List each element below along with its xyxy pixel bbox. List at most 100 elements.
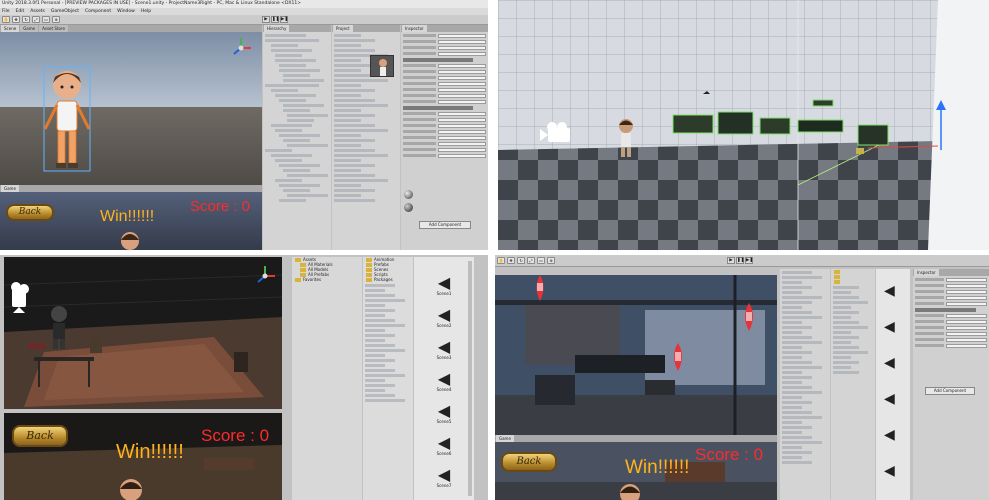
game-tabstrip: Game — [495, 435, 777, 442]
red-drop-icon[interactable] — [670, 343, 686, 371]
scene-asset[interactable]: ◀ Scene6 — [430, 433, 458, 457]
rotate-tool-button[interactable]: ↻ — [22, 16, 30, 23]
unity-logo-icon: ◀ — [437, 433, 451, 452]
win-text: Win!!!!!! — [116, 441, 184, 463]
unity-logo-icon: ◀ — [437, 465, 451, 484]
playback-controls: ▶ ❚❚ ▶❚ — [727, 257, 753, 264]
tab-scene[interactable]: Scene — [1, 25, 20, 32]
character-dark[interactable] — [48, 305, 70, 350]
game-view-classroom[interactable]: Game Back Win!!!!!! Score : 0 — [495, 435, 777, 500]
character-small[interactable] — [616, 118, 636, 158]
tab-game-view[interactable]: Game — [496, 435, 514, 442]
scene-gizmo-icon[interactable] — [230, 37, 252, 59]
unity-logo-icon[interactable]: ◀ — [884, 355, 895, 371]
tab-asset-store[interactable]: Asset Store — [39, 25, 68, 32]
character-thumbnail-icon — [379, 59, 387, 76]
folder-item[interactable]: Packages — [363, 277, 413, 282]
red-drop-icon[interactable] — [533, 275, 547, 301]
scene-asset[interactable]: ◀ Scene4 — [430, 371, 458, 393]
unity-logo-icon[interactable]: ◀ — [884, 319, 895, 335]
project-panel[interactable] — [831, 269, 875, 500]
transform-tool-button[interactable]: ⊕ — [547, 257, 555, 264]
camera-icon[interactable] — [540, 120, 578, 146]
step-button[interactable]: ▶❚ — [745, 257, 753, 264]
scale-tool-button[interactable]: ⤢ — [32, 16, 40, 23]
play-button[interactable]: ▶ — [727, 257, 735, 264]
menu-assets[interactable]: Assets — [30, 8, 45, 15]
add-component-button[interactable]: Add Component — [925, 387, 975, 395]
folder-item[interactable]: Favorites — [292, 277, 362, 282]
character-model[interactable] — [42, 65, 92, 175]
scrollbar[interactable] — [468, 261, 472, 496]
asset-folder-list[interactable]: Animation Prefabs Scenes Scripts Package… — [363, 257, 413, 500]
scene-asset-grid[interactable]: ◀ Scene1 ◀ Scene2 ◀ Scene3 ◀ Scene4 ◀ Scene5 … — [414, 257, 474, 500]
back-button[interactable]: Back — [501, 452, 557, 472]
add-component-button[interactable]: Add Component — [419, 221, 471, 229]
menu-component[interactable]: Component — [85, 8, 111, 15]
tab-inspector[interactable]: Inspector — [914, 269, 939, 276]
scene-asset[interactable]: ◀ Scene1 — [430, 275, 458, 297]
tab-project[interactable]: Project — [333, 25, 353, 32]
move-tool-button[interactable]: ✥ — [12, 16, 20, 23]
unity-logo-icon[interactable]: ◀ — [884, 283, 895, 299]
scene-view-classroom[interactable] — [495, 275, 777, 435]
scene-view-dark-room[interactable] — [4, 257, 282, 409]
rotate-tool-button[interactable]: ↻ — [517, 257, 525, 264]
inspector-panel[interactable]: Inspector Add Component — [401, 25, 488, 250]
pause-button[interactable]: ❚❚ — [271, 16, 280, 23]
move-tool-button[interactable]: ✥ — [507, 257, 515, 264]
pause-button[interactable]: ❚❚ — [736, 257, 745, 264]
rect-tool-button[interactable]: ▭ — [537, 257, 545, 264]
hierarchy-panel[interactable]: Hierarchy — [263, 25, 331, 250]
playback-controls: ▶ ❚❚ ▶❚ — [262, 16, 288, 23]
tab-game[interactable]: Game — [20, 25, 39, 32]
unity-logo-icon[interactable]: ◀ — [884, 463, 895, 479]
inspector-panel[interactable]: Inspector Add Component — [913, 269, 989, 500]
game-view-dark[interactable]: Back Win!!!!!! Score : 0 — [4, 413, 282, 500]
scene-asset[interactable]: ◀ Scene7 — [430, 465, 458, 489]
scene-gizmo-icon[interactable] — [254, 265, 276, 287]
rect-tool-button[interactable]: ▭ — [42, 16, 50, 23]
scene-asset[interactable]: ◀ Scene2 — [430, 307, 458, 329]
bottom-left-unity-editor: Back Win!!!!!! Score : 0 Assets All Mate… — [0, 255, 488, 500]
hierarchy-panel[interactable] — [780, 269, 830, 500]
dark-room-scene — [4, 257, 282, 409]
back-button[interactable]: Back — [6, 204, 54, 221]
project-panel[interactable]: Project — [332, 25, 400, 250]
unity-logo-icon[interactable]: ◀ — [884, 391, 895, 407]
scene-asset[interactable]: ◀ Scene5 — [430, 401, 458, 425]
scene-asset[interactable]: ◀ Scene3 — [430, 337, 458, 361]
scene-view[interactable]: Scene Game Asset Store — [0, 25, 262, 185]
folder-item[interactable] — [831, 279, 875, 284]
scene-asset-grid[interactable]: ◀ ◀ ◀ ◀ ◀ ◀ — [876, 269, 910, 500]
step-button[interactable]: ▶❚ — [280, 16, 288, 23]
back-button[interactable]: Back — [12, 425, 68, 447]
hand-tool-button[interactable]: ✋ — [2, 16, 10, 23]
play-button[interactable]: ▶ — [262, 16, 270, 23]
unity-logo-icon: ◀ — [437, 337, 451, 356]
menu-file[interactable]: File — [2, 8, 10, 15]
scale-tool-button[interactable]: ⤢ — [527, 257, 535, 264]
hand-tool-button[interactable]: ✋ — [497, 257, 505, 264]
unity-logo-icon[interactable]: ◀ — [884, 427, 895, 443]
tab-inspector[interactable]: Inspector — [402, 25, 427, 32]
menu-window[interactable]: Window — [117, 8, 135, 15]
project-tree-panel[interactable]: Assets All Materials All Models All Pref… — [292, 257, 362, 500]
asset-preview-thumbnail[interactable] — [370, 55, 394, 77]
menu-help[interactable]: Help — [141, 8, 151, 15]
hierarchy-tabstrip: Hierarchy — [263, 25, 331, 32]
top-right-scene-view[interactable] — [498, 0, 989, 250]
tab-hierarchy[interactable]: Hierarchy — [264, 25, 290, 32]
transform-tool-button[interactable]: ⊕ — [52, 16, 60, 23]
camera-icon[interactable] — [8, 279, 34, 313]
material-sphere-2 — [404, 203, 413, 212]
menu-edit[interactable]: Edit — [16, 8, 25, 15]
main-toolbar: ✋ ✥ ↻ ⤢ ▭ ⊕ ▶ ❚❚ ▶❚ — [0, 15, 488, 25]
game-view[interactable]: Game Back Win!!!!!! Score : 0 — [0, 185, 262, 250]
red-drop-icon[interactable] — [741, 303, 757, 331]
window-title: Unity 2018.3.0f1 Personal - [PREVIEW PAC… — [0, 0, 488, 8]
menu-gameobject[interactable]: GameObject — [51, 8, 79, 15]
unity-logo-icon: ◀ — [437, 401, 451, 420]
inspector-fields — [401, 34, 488, 158]
tab-game-view[interactable]: Game — [1, 185, 19, 192]
